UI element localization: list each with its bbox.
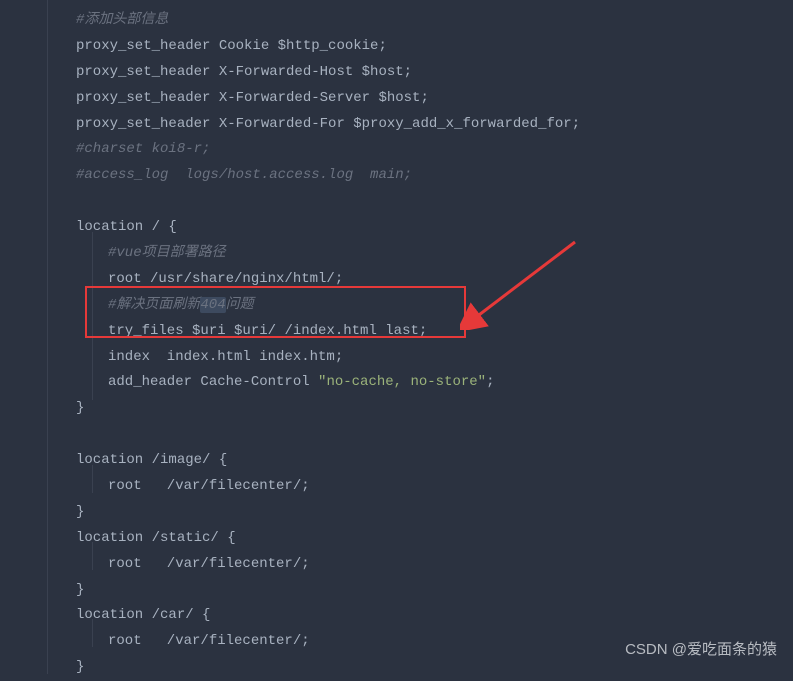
add-header-directive: add_header Cache-Control <box>108 374 318 390</box>
semicolon: ; <box>301 633 309 649</box>
semicolon: ; <box>486 374 494 390</box>
watermark: CSDN @爱吃面条的猿 <box>625 636 777 664</box>
location-directive: location /image/ <box>76 452 219 468</box>
variable: $proxy_add_x_forwarded_for <box>353 116 571 132</box>
gutter <box>0 0 48 674</box>
comment-line: #解决页面刷新404问题 <box>108 297 254 313</box>
variable: $host <box>378 90 420 106</box>
semicolon: ; <box>335 349 343 365</box>
open-brace: { <box>219 452 227 468</box>
root-directive: root /var/filecenter/ <box>108 478 301 494</box>
semicolon: ; <box>419 323 427 339</box>
index-directive: index index.html index.htm <box>108 349 335 365</box>
comment-line: #charset koi8-r; <box>76 141 210 157</box>
close-brace: } <box>76 504 84 520</box>
code-block: #添加头部信息 proxy_set_header Cookie $http_co… <box>0 0 793 681</box>
comment-line: #access_log logs/host.access.log main; <box>76 167 412 183</box>
open-brace: { <box>168 219 176 235</box>
try-files-directive: try_files <box>108 323 192 339</box>
highlighted-text: 404 <box>200 297 225 313</box>
location-directive: location /static/ <box>76 530 227 546</box>
location-directive: location / <box>76 219 168 235</box>
open-brace: { <box>227 530 235 546</box>
semicolon: ; <box>378 38 386 54</box>
directive: proxy_set_header Cookie <box>76 38 278 54</box>
close-brace: } <box>76 659 84 675</box>
directive: proxy_set_header X-Forwarded-Server <box>76 90 378 106</box>
variable: $uri <box>234 323 268 339</box>
root-directive: root /usr/share/nginx/html/ <box>108 271 335 287</box>
directive: proxy_set_header X-Forwarded-For <box>76 116 353 132</box>
semicolon: ; <box>404 64 412 80</box>
close-brace: } <box>76 400 84 416</box>
location-directive: location /car/ <box>76 607 202 623</box>
variable: $http_cookie <box>278 38 379 54</box>
comment-line: #添加头部信息 <box>76 12 168 28</box>
string-literal: "no-cache, no-store" <box>318 374 486 390</box>
indent-guide <box>92 542 93 570</box>
open-brace: { <box>202 607 210 623</box>
semicolon: ; <box>572 116 580 132</box>
close-brace: } <box>76 582 84 598</box>
root-directive: root /var/filecenter/ <box>108 633 301 649</box>
variable: $uri <box>192 323 226 339</box>
semicolon: ; <box>335 271 343 287</box>
path: / /index.html last <box>268 323 419 339</box>
indent-guide <box>92 465 93 493</box>
semicolon: ; <box>301 478 309 494</box>
variable: $host <box>362 64 404 80</box>
root-directive: root /var/filecenter/ <box>108 556 301 572</box>
semicolon: ; <box>301 556 309 572</box>
comment-line: #vue项目部署路径 <box>108 245 226 261</box>
indent-guide <box>92 619 93 647</box>
indent-guide <box>92 232 93 400</box>
semicolon: ; <box>420 90 428 106</box>
directive: proxy_set_header X-Forwarded-Host <box>76 64 362 80</box>
